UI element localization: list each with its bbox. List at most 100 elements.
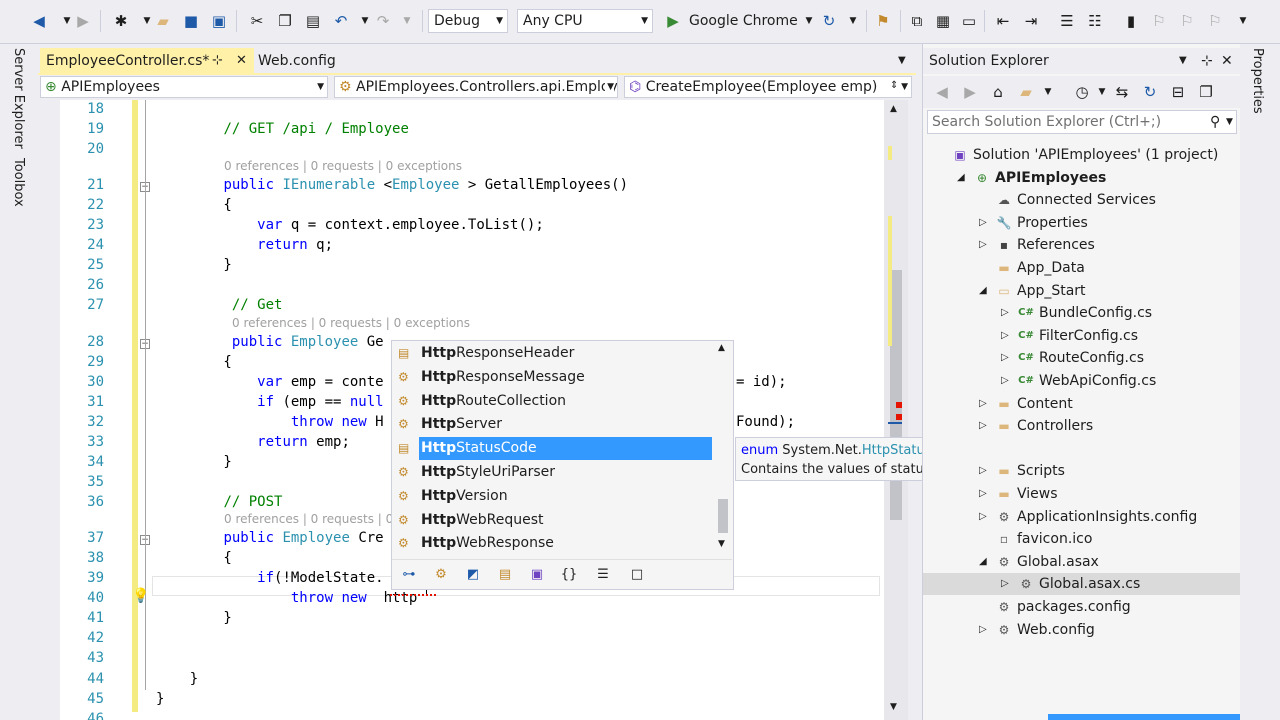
delegate-filter-icon[interactable]: ▣ — [526, 565, 548, 585]
project-combo[interactable]: ⊕ APIEmployees ▼ — [40, 76, 328, 98]
tree-node[interactable]: ▷ C# BundleConfig.cs — [923, 302, 1241, 324]
open-icon[interactable]: ▰ — [152, 10, 174, 32]
uncomment-icon[interactable]: ☷ — [1084, 10, 1106, 32]
code-line[interactable]: // GET /api / Employee — [156, 121, 408, 137]
cut-icon[interactable]: ✂ — [246, 10, 268, 32]
prev-bookmark-icon[interactable]: ⚐ — [1148, 10, 1170, 32]
expand-arrow-icon[interactable]: ▷ — [1001, 302, 1009, 324]
save-all-icon[interactable]: ▣ — [208, 10, 230, 32]
scroll-down-icon[interactable]: ▼ — [890, 702, 897, 712]
expand-arrow-icon[interactable]: ▷ — [1001, 370, 1009, 392]
code-line[interactable]: } — [156, 691, 164, 707]
back-icon[interactable]: ◀ — [28, 10, 50, 32]
refresh-icon[interactable]: ↻ — [1139, 81, 1161, 103]
code-line[interactable]: if (emp == null — [156, 394, 383, 410]
completion-item[interactable]: ⚙ HttpRouteCollection — [392, 390, 712, 413]
run-target-button[interactable]: Google Chrome — [689, 9, 798, 33]
scroll-up-icon[interactable]: ▲ — [718, 343, 725, 353]
run-target-dropdown-icon[interactable]: ▼ — [798, 10, 820, 32]
redo-dropdown-icon[interactable]: ▼ — [396, 10, 418, 32]
code-line[interactable]: public Employee Cre — [156, 530, 383, 546]
completion-item[interactable]: ▤ HttpResponseHeader — [392, 342, 712, 365]
completion-item[interactable]: ⚙ HttpVersion — [392, 485, 712, 508]
tree-node[interactable]: ▷ ▬ Controllers — [923, 415, 1241, 437]
window-icon[interactable]: ▦ — [932, 10, 954, 32]
pending-changes-icon[interactable]: ◷ — [1071, 81, 1093, 103]
completion-scroll-thumb[interactable] — [718, 499, 728, 533]
forward-icon[interactable]: ▶ — [959, 81, 981, 103]
tree-node[interactable]: ▷ 🔧 Properties — [923, 212, 1241, 234]
expand-arrow-icon[interactable]: ▷ — [979, 393, 987, 415]
pin-icon[interactable]: ⊹ — [212, 48, 223, 74]
layout-icon[interactable]: ▭ — [958, 10, 980, 32]
code-line[interactable]: var q = context.employee.ToList(); — [156, 217, 544, 233]
tree-node[interactable]: ▷ C# RouteConfig.cs — [923, 347, 1241, 369]
lightbulb-icon[interactable]: 💡 — [132, 588, 149, 604]
expand-arrow-icon[interactable]: ▷ — [1001, 325, 1009, 347]
find-icon[interactable]: ⧉ — [906, 10, 928, 32]
scroll-down-icon[interactable]: ▼ — [718, 539, 725, 549]
search-options-icon[interactable]: ▼ — [1226, 111, 1233, 133]
back-icon[interactable]: ◀ — [931, 81, 953, 103]
code-line[interactable]: } — [156, 454, 231, 470]
tree-node[interactable]: ▷ ⚙ Web.config — [923, 619, 1241, 641]
expand-arrow-icon[interactable]: ▷ — [979, 619, 987, 641]
code-line[interactable]: throw new http — [156, 590, 417, 606]
codelens-indicator[interactable]: 0 references | 0 requests | 0 exceptions — [232, 316, 470, 330]
tree-node[interactable]: ▫ favicon.ico — [923, 528, 1241, 550]
forward-icon[interactable]: ▶ — [72, 10, 94, 32]
pending-changes-dropdown-icon[interactable]: ▼ — [1091, 81, 1113, 103]
tree-node[interactable]: ▷ C# WebApiConfig.cs — [923, 370, 1241, 392]
tree-node[interactable]: ⚙ packages.config — [923, 596, 1241, 618]
code-line[interactable]: // Get — [156, 297, 283, 313]
code-line[interactable]: if(!ModelState. — [156, 570, 383, 586]
close-icon[interactable]: ✕ — [236, 48, 247, 74]
undo-icon[interactable]: ↶ — [330, 10, 352, 32]
code-line[interactable]: { — [156, 197, 231, 213]
expand-arrow-icon[interactable]: ▷ — [1001, 347, 1009, 369]
tree-node[interactable]: ◢ ⚙ Global.asax — [923, 551, 1241, 573]
module-filter-icon[interactable]: ☰ — [592, 565, 614, 585]
tab-employee-controller[interactable]: EmployeeController.cs* ⊹ ✕ — [40, 48, 254, 74]
code-line[interactable]: throw new H — [156, 414, 384, 430]
search-icon[interactable]: ⚲ — [1210, 111, 1220, 133]
class-combo[interactable]: ⚙ APIEmployees.Controllers.api.Employ ▼ — [334, 76, 618, 98]
namespace-braces-filter-icon[interactable]: {} — [558, 565, 580, 585]
redo-icon[interactable]: ↷ — [372, 10, 394, 32]
namespace-filter-icon[interactable]: ⊶ — [398, 565, 420, 585]
codelens-indicator[interactable]: 0 references | 0 requests | 0 — [224, 512, 393, 526]
tree-node[interactable]: ▷ C# FilterConfig.cs — [923, 325, 1241, 347]
code-line[interactable]: var emp = conte — [156, 374, 383, 390]
completion-item[interactable]: ⚙ HttpStyleUriParser — [392, 461, 712, 484]
configuration-combo[interactable]: Debug ▼ — [428, 9, 508, 33]
intellisense-completion-list[interactable]: ▤ HttpResponseHeader ⚙ HttpResponseMessage ⚙… — [391, 340, 734, 590]
collapse-all-icon[interactable]: ⊟ — [1167, 81, 1189, 103]
switch-views-dropdown-icon[interactable]: ▼ — [1037, 81, 1059, 103]
outdent-icon[interactable]: ⇥ — [1020, 10, 1042, 32]
browser-link-icon[interactable]: ⚑ — [872, 10, 894, 32]
struct-filter-icon[interactable]: ◩ — [462, 565, 484, 585]
collapse-arrow-icon[interactable]: ◢ — [979, 551, 987, 573]
tree-node[interactable]: ▷ ▬ Views — [923, 483, 1241, 505]
completion-item[interactable]: ⚙ HttpWebResponse — [392, 532, 712, 555]
close-icon[interactable]: ✕ — [1221, 48, 1233, 74]
indent-icon[interactable]: ⇤ — [992, 10, 1014, 32]
expand-arrow-icon[interactable]: ▷ — [979, 506, 987, 528]
properties-tab[interactable]: Properties — [1250, 48, 1265, 114]
tree-node[interactable]: ▷ ⚙ ApplicationInsights.config — [923, 506, 1241, 528]
expand-arrow-icon[interactable]: ▷ — [979, 234, 987, 256]
refresh-dropdown-icon[interactable]: ▼ — [842, 10, 864, 32]
code-line[interactable]: } — [156, 257, 231, 273]
tab-list-dropdown-icon[interactable]: ▼ — [896, 48, 914, 74]
tree-node[interactable]: ▷ ▬ Content — [923, 393, 1241, 415]
tree-node[interactable]: ▷ ⚙ Global.asax.cs — [923, 573, 1241, 596]
tree-node[interactable] — [923, 438, 1241, 460]
code-line[interactable]: } — [156, 610, 231, 626]
split-icon[interactable]: ⇕ — [890, 80, 898, 91]
tree-node[interactable]: ▣ Solution 'APIEmployees' (1 project) — [923, 144, 1241, 166]
expand-arrow-icon[interactable]: ▷ — [1001, 573, 1009, 595]
completion-item[interactable]: ▤ HttpStatusCode — [392, 437, 712, 461]
snippet-filter-icon[interactable]: □ — [626, 565, 648, 585]
clear-bookmarks-icon[interactable]: ⚐ — [1204, 10, 1226, 32]
collapse-arrow-icon[interactable]: ◢ — [957, 167, 965, 189]
